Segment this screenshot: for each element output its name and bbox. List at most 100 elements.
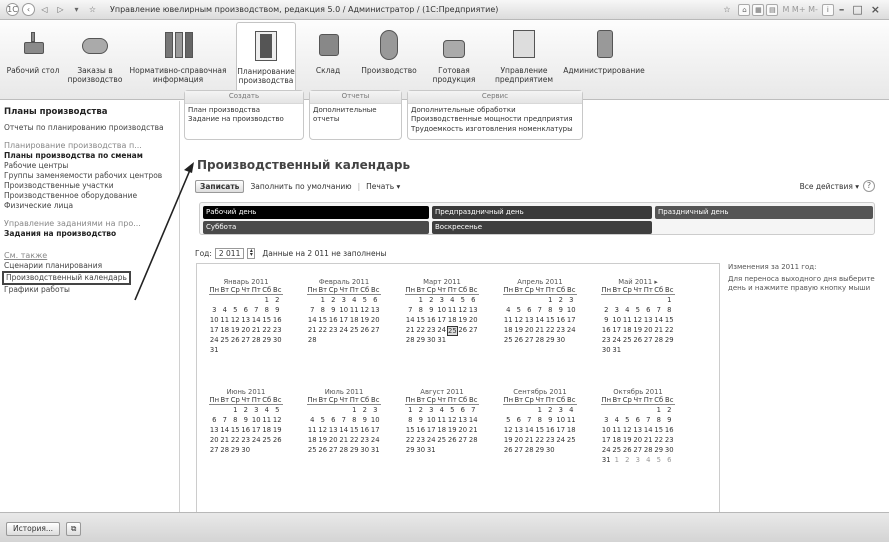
day-cell[interactable]: 27 <box>241 336 252 346</box>
day-cell[interactable]: 31 <box>601 456 612 466</box>
day-cell[interactable]: 10 <box>426 416 437 426</box>
day-cell[interactable]: 20 <box>241 326 252 336</box>
day-cell[interactable]: 24 <box>251 436 262 446</box>
day-cell[interactable]: 28 <box>468 436 479 446</box>
day-cell[interactable]: 15 <box>349 426 360 436</box>
day-cell[interactable]: 8 <box>405 416 416 426</box>
day-cell[interactable]: 8 <box>318 306 329 316</box>
day-cell[interactable]: 7 <box>643 416 654 426</box>
day-cell[interactable]: 16 <box>360 426 371 436</box>
favorites-icon[interactable]: ☆ <box>720 3 733 16</box>
calendar-icon[interactable]: ▦ <box>752 3 765 16</box>
all-actions-button[interactable]: Все действия ▾ <box>800 182 859 191</box>
day-cell[interactable]: 17 <box>566 316 577 326</box>
day-cell[interactable]: 9 <box>416 416 427 426</box>
day-cell[interactable]: 23 <box>272 326 283 336</box>
day-cell[interactable]: 22 <box>545 326 556 336</box>
day-cell[interactable]: 23 <box>416 436 427 446</box>
section-management[interactable]: Управление предприятием <box>492 22 556 98</box>
day-cell[interactable]: 26 <box>514 336 525 346</box>
day-cell[interactable]: 10 <box>437 306 448 316</box>
day-cell[interactable]: 3 <box>612 306 623 316</box>
day-cell[interactable]: 7 <box>654 306 665 316</box>
day-cell[interactable]: 25 <box>566 436 577 446</box>
day-cell[interactable]: 10 <box>556 416 567 426</box>
day-cell[interactable]: 21 <box>468 426 479 436</box>
day-cell[interactable]: 21 <box>654 326 665 336</box>
day-cell[interactable]: 3 <box>633 456 644 466</box>
day-cell[interactable]: 29 <box>262 336 273 346</box>
day-cell[interactable]: 24 <box>556 436 567 446</box>
day-cell[interactable]: 27 <box>468 326 479 336</box>
day-cell[interactable]: 3 <box>566 296 577 306</box>
day-cell[interactable]: 18 <box>566 426 577 436</box>
day-cell[interactable]: 19 <box>622 436 633 446</box>
additional-reports-link[interactable]: Дополнительные отчеты <box>313 106 398 125</box>
day-cell[interactable]: 19 <box>360 316 371 326</box>
day-cell[interactable]: 16 <box>241 426 252 436</box>
create-plan-link[interactable]: План производства <box>188 106 300 116</box>
day-cell[interactable]: 1 <box>664 296 675 306</box>
day-cell[interactable]: 13 <box>328 426 339 436</box>
day-cell[interactable]: 4 <box>437 406 448 416</box>
day-cell[interactable]: 23 <box>360 436 371 446</box>
day-cell[interactable]: 24 <box>601 446 612 456</box>
day-cell[interactable]: 13 <box>241 316 252 326</box>
day-cell[interactable]: 15 <box>535 426 546 436</box>
day-cell[interactable]: 5 <box>447 406 458 416</box>
day-cell[interactable]: 25 <box>220 336 231 346</box>
day-cell[interactable]: 30 <box>601 346 612 356</box>
section-orders[interactable]: Заказы в производство <box>64 22 126 98</box>
day-cell[interactable]: 14 <box>468 416 479 426</box>
day-cell[interactable]: 12 <box>360 306 371 316</box>
day-cell[interactable]: 11 <box>349 306 360 316</box>
day-cell[interactable]: 16 <box>664 426 675 436</box>
nav-item-replacement-groups[interactable]: Группы заменяемости рабочих центров <box>4 171 175 181</box>
day-cell[interactable]: 28 <box>307 336 318 346</box>
day-cell[interactable]: 28 <box>535 336 546 346</box>
day-cell[interactable]: 18 <box>262 426 273 436</box>
day-cell[interactable]: 22 <box>230 436 241 446</box>
print-button[interactable]: Печать ▾ <box>366 182 400 191</box>
day-cell[interactable]: 19 <box>503 436 514 446</box>
day-cell[interactable]: 7 <box>535 306 546 316</box>
day-cell[interactable]: 20 <box>370 316 381 326</box>
day-cell[interactable]: 23 <box>556 326 567 336</box>
nav-reports-link[interactable]: Отчеты по планированию производства <box>4 123 175 133</box>
day-cell[interactable]: 22 <box>262 326 273 336</box>
day-cell[interactable]: 23 <box>545 436 556 446</box>
day-cell[interactable]: 28 <box>524 446 535 456</box>
day-cell[interactable]: 28 <box>251 336 262 346</box>
day-cell[interactable]: 1 <box>654 406 665 416</box>
day-cell[interactable]: 5 <box>622 416 633 426</box>
day-cell[interactable]: 11 <box>566 416 577 426</box>
day-cell[interactable]: 19 <box>318 436 329 446</box>
day-cell[interactable]: 27 <box>643 336 654 346</box>
day-cell[interactable]: 7 <box>405 306 416 316</box>
day-cell[interactable]: 31 <box>612 346 623 356</box>
day-cell[interactable]: 20 <box>524 326 535 336</box>
day-cell[interactable]: 2 <box>416 406 427 416</box>
day-cell[interactable]: 18 <box>612 436 623 446</box>
nav-item-tasks[interactable]: Задания на производство <box>4 229 175 239</box>
day-cell[interactable]: 19 <box>458 316 469 326</box>
day-cell[interactable]: 14 <box>307 316 318 326</box>
day-cell[interactable]: 13 <box>643 316 654 326</box>
day-cell[interactable]: 21 <box>524 436 535 446</box>
day-cell[interactable]: 27 <box>370 326 381 336</box>
day-cell[interactable]: 9 <box>664 416 675 426</box>
day-cell[interactable]: 29 <box>405 446 416 456</box>
day-cell[interactable]: 1 <box>230 406 241 416</box>
day-cell[interactable]: 12 <box>447 416 458 426</box>
day-cell[interactable]: 10 <box>251 416 262 426</box>
day-cell[interactable]: 9 <box>545 416 556 426</box>
day-cell[interactable]: 11 <box>437 416 448 426</box>
day-cell[interactable]: 17 <box>426 426 437 436</box>
nav-item-persons[interactable]: Физические лица <box>4 201 175 211</box>
day-cell[interactable]: 3 <box>209 306 220 316</box>
day-cell[interactable]: 31 <box>370 446 381 456</box>
day-cell[interactable]: 29 <box>349 446 360 456</box>
day-cell[interactable]: 6 <box>458 406 469 416</box>
day-cell[interactable]: 21 <box>643 436 654 446</box>
day-cell[interactable]: 4 <box>220 306 231 316</box>
